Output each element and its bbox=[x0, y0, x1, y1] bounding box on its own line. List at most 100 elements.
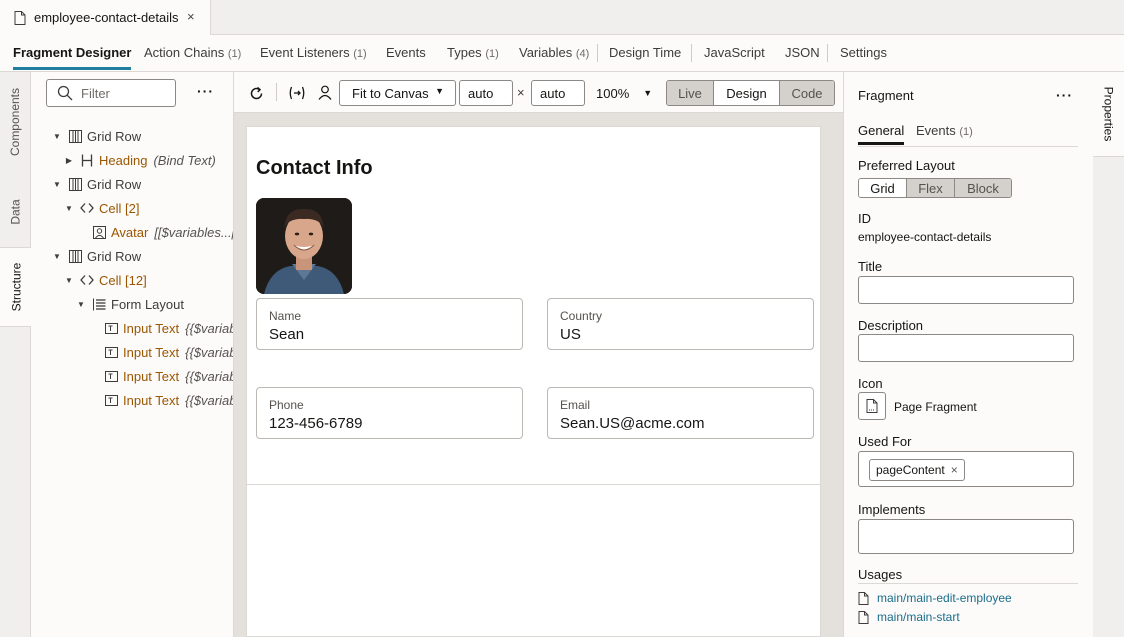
tab-types[interactable]: Types (1) bbox=[447, 45, 499, 60]
zoom-select[interactable]: 100% ▼ bbox=[596, 85, 652, 101]
height-input[interactable]: auto bbox=[531, 80, 585, 106]
tree-node-avatar[interactable]: Avatar [[$variables...pi bbox=[87, 221, 234, 243]
layout-flex-button[interactable]: Flex bbox=[907, 179, 955, 197]
used-for-label: Used For bbox=[858, 434, 912, 449]
used-for-input[interactable]: pageContent × bbox=[858, 451, 1074, 487]
structure-filter[interactable] bbox=[46, 79, 176, 107]
input-text-icon bbox=[103, 370, 119, 382]
file-icon bbox=[858, 591, 869, 605]
mode-code-button[interactable]: Code bbox=[780, 81, 834, 105]
tree-node-input-text[interactable]: Input Text {{$variab bbox=[99, 317, 233, 339]
left-rail: Components Data Structure bbox=[0, 72, 32, 637]
tree-node-input-text[interactable]: Input Text {{$variab bbox=[99, 365, 233, 387]
filter-input[interactable] bbox=[81, 85, 161, 101]
properties-panel: Fragment ··· General Events (1) Preferre… bbox=[843, 72, 1093, 637]
field-label: Name bbox=[269, 309, 302, 323]
tree-node-cell[interactable]: ▼ Cell [2] bbox=[63, 197, 139, 219]
used-for-chip[interactable]: pageContent × bbox=[869, 459, 965, 481]
caret-down-icon[interactable]: ▼ bbox=[75, 300, 87, 309]
layout-block-button[interactable]: Block bbox=[955, 179, 1011, 197]
icon-picker[interactable] bbox=[858, 392, 886, 420]
usages-divider bbox=[858, 583, 1078, 584]
layout-grid-button[interactable]: Grid bbox=[859, 179, 907, 197]
tree-label: Avatar bbox=[111, 224, 149, 240]
close-icon[interactable]: × bbox=[187, 9, 195, 24]
rail-tab-data[interactable]: Data bbox=[0, 182, 31, 242]
tab-fragment-designer[interactable]: Fragment Designer bbox=[13, 45, 132, 70]
caret-down-icon[interactable]: ▼ bbox=[63, 276, 75, 285]
mode-live-button[interactable]: Live bbox=[667, 81, 714, 105]
name-field[interactable]: Name Sean bbox=[256, 298, 523, 350]
country-field[interactable]: Country US bbox=[547, 298, 814, 350]
caret-down-icon[interactable]: ▼ bbox=[51, 132, 63, 141]
email-field[interactable]: Email Sean.US@acme.com bbox=[547, 387, 814, 439]
zoom-value: 100% bbox=[596, 85, 630, 101]
field-label: Phone bbox=[269, 398, 304, 412]
tab-javascript[interactable]: JavaScript bbox=[704, 45, 765, 60]
usage-link[interactable]: main/main-edit-employee bbox=[858, 591, 1012, 605]
tab-count: (1) bbox=[353, 48, 367, 60]
tree-node-input-text[interactable]: Input Text {{$variab bbox=[99, 389, 233, 411]
tab-action-chains[interactable]: Action Chains (1) bbox=[144, 45, 241, 60]
tab-count: (1) bbox=[959, 126, 973, 138]
fit-to-canvas-select[interactable]: Fit to Canvas ▼ bbox=[339, 80, 456, 106]
title-input[interactable] bbox=[858, 276, 1074, 304]
tree-node-input-text[interactable]: Input Text {{$variab bbox=[99, 341, 233, 363]
tab-event-listeners[interactable]: Event Listeners (1) bbox=[260, 45, 367, 60]
design-canvas[interactable]: Contact Info Name Sean Country US Phone … bbox=[246, 126, 821, 637]
tab-json[interactable]: JSON bbox=[785, 45, 820, 60]
rail-tab-components[interactable]: Components bbox=[0, 72, 31, 172]
usage-link[interactable]: main/main-start bbox=[858, 610, 960, 624]
grid-row-icon bbox=[67, 177, 83, 191]
caret-down-icon[interactable]: ▼ bbox=[51, 180, 63, 189]
variable-binding-icon[interactable] bbox=[288, 85, 306, 101]
rail-tab-structure[interactable]: Structure bbox=[0, 247, 32, 327]
contact-info-heading[interactable]: Contact Info bbox=[256, 157, 373, 180]
refresh-icon[interactable] bbox=[248, 85, 264, 101]
rail-tab-properties[interactable]: Properties bbox=[1093, 72, 1124, 157]
tab-divider bbox=[597, 44, 598, 62]
tab-variables[interactable]: Variables (4) bbox=[519, 45, 589, 60]
tab-label: General bbox=[858, 123, 905, 138]
caret-down-icon[interactable]: ▼ bbox=[51, 252, 63, 261]
tabs-divider bbox=[858, 146, 1078, 147]
tree-node-heading[interactable]: ▶ Heading (Bind Text) bbox=[63, 149, 216, 171]
implements-input[interactable] bbox=[858, 519, 1074, 554]
tree-node-grid-row[interactable]: ▼ Grid Row bbox=[51, 125, 141, 147]
file-tab-employee-contact-details[interactable]: employee-contact-details × bbox=[0, 0, 211, 35]
width-input[interactable]: auto bbox=[459, 80, 513, 106]
user-icon[interactable] bbox=[317, 84, 333, 100]
tab-events[interactable]: Events bbox=[386, 45, 426, 60]
canvas-divider bbox=[247, 484, 820, 485]
field-value: Sean bbox=[269, 326, 305, 343]
tree-node-form-layout[interactable]: ▼ Form Layout bbox=[75, 293, 184, 315]
tree-label: Input Text bbox=[123, 320, 180, 336]
tab-label: Settings bbox=[840, 45, 887, 60]
tree-node-cell[interactable]: ▼ Cell [12] bbox=[63, 269, 147, 291]
tab-count: (1) bbox=[227, 48, 242, 60]
tree-label: Grid Row bbox=[87, 176, 142, 192]
structure-more-icon[interactable]: ··· bbox=[197, 83, 214, 99]
caret-down-icon[interactable]: ▼ bbox=[63, 204, 75, 213]
tab-events[interactable]: Events (1) bbox=[916, 123, 973, 138]
rail-tab-label: Properties bbox=[1101, 86, 1116, 142]
tree-node-grid-row[interactable]: ▼ Grid Row bbox=[51, 173, 141, 195]
description-input[interactable] bbox=[858, 334, 1074, 362]
page-fragment-icon bbox=[866, 399, 878, 413]
phone-field[interactable]: Phone 123-456-6789 bbox=[256, 387, 523, 439]
mode-design-button[interactable]: Design bbox=[714, 81, 780, 105]
width-value: auto bbox=[468, 85, 494, 101]
properties-more-icon[interactable]: ··· bbox=[1056, 87, 1073, 103]
tab-label: Variables bbox=[519, 45, 573, 60]
usage-link-text: main/main-start bbox=[877, 610, 960, 624]
avatar[interactable] bbox=[256, 198, 352, 294]
tree-node-grid-row[interactable]: ▼ Grid Row bbox=[51, 245, 141, 267]
tab-general[interactable]: General bbox=[858, 123, 905, 145]
tab-settings[interactable]: Settings bbox=[840, 45, 887, 60]
tree-binding: [[$variables...pi bbox=[154, 224, 234, 240]
code-icon bbox=[79, 202, 95, 214]
remove-chip-icon[interactable]: × bbox=[951, 463, 958, 477]
caret-right-icon[interactable]: ▶ bbox=[63, 156, 75, 165]
tab-divider bbox=[691, 44, 692, 62]
tab-design-time[interactable]: Design Time bbox=[609, 45, 681, 60]
